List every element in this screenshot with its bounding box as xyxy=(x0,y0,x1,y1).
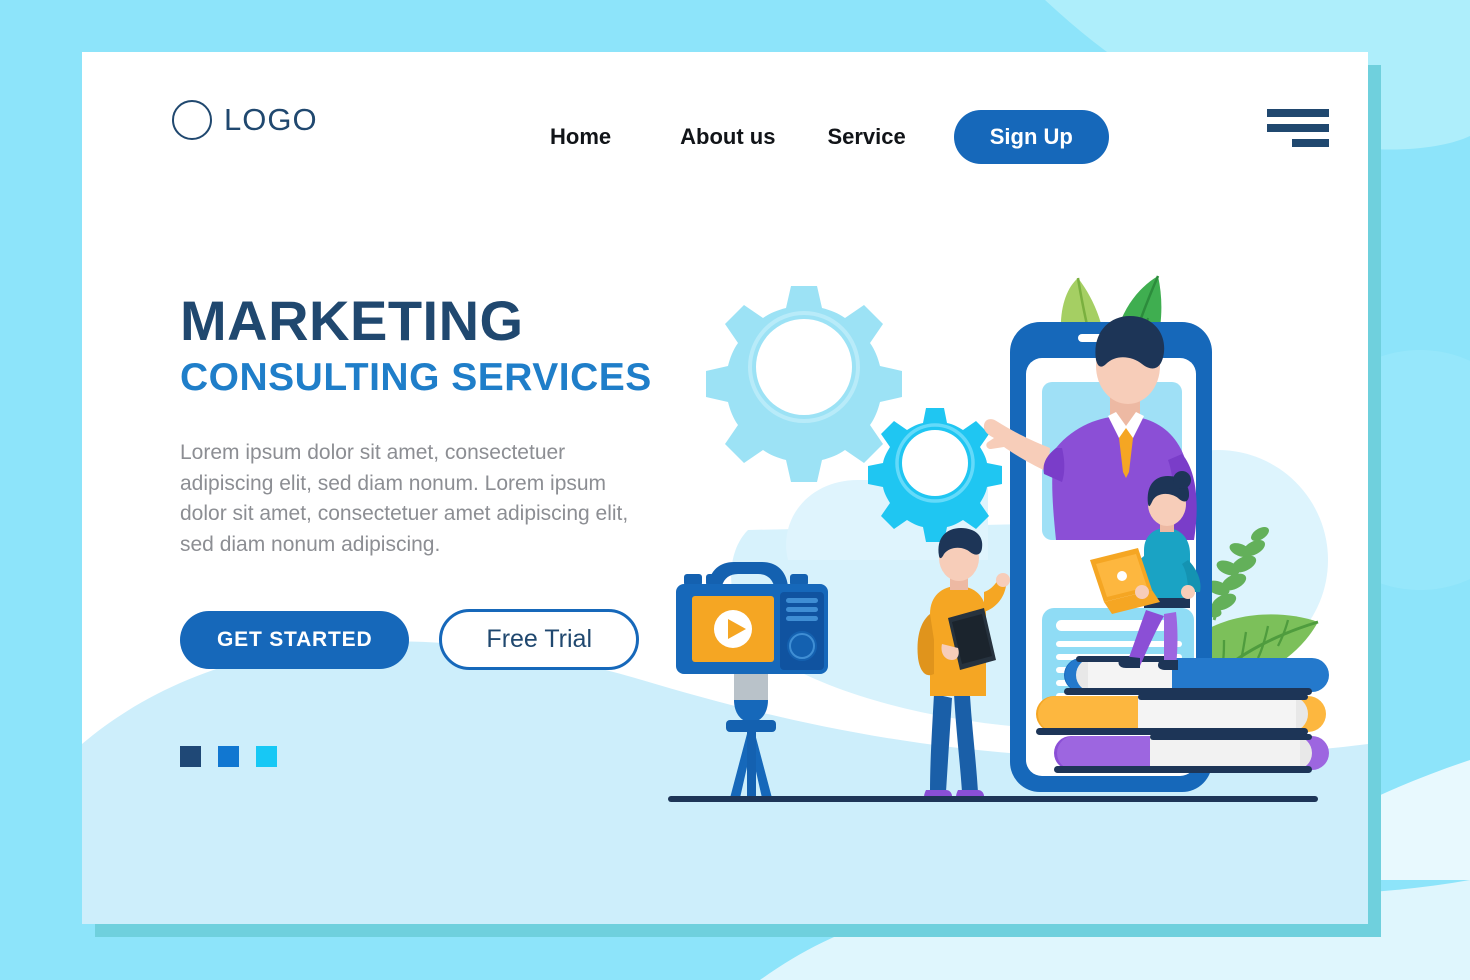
nav-link-about-us[interactable]: About us xyxy=(680,124,775,150)
menu-bar-2 xyxy=(1267,124,1329,132)
main-navigation: Home About us Service Sign Up xyxy=(550,110,1109,164)
slide-indicator-group xyxy=(180,746,700,768)
book-stack xyxy=(1036,656,1329,773)
gear-icon-large xyxy=(706,286,902,482)
brand-logo[interactable]: LOGO xyxy=(172,100,318,140)
free-trial-button[interactable]: Free Trial xyxy=(439,609,640,671)
page-subtitle: CONSULTING SERVICES xyxy=(180,355,652,399)
site-header: LOGO Home About us Service Sign Up xyxy=(82,52,1368,212)
menu-bar-3 xyxy=(1292,139,1329,147)
landing-page-card: LOGO Home About us Service Sign Up MARKE… xyxy=(82,52,1368,924)
marketing-consulting-illustration xyxy=(668,275,1329,802)
ground-line xyxy=(668,796,1318,802)
get-started-button[interactable]: GET STARTED xyxy=(180,610,410,669)
slide-dot-2[interactable] xyxy=(218,746,239,768)
hamburger-menu-icon[interactable] xyxy=(1267,109,1329,155)
nav-link-service[interactable]: Service xyxy=(827,124,905,150)
brand-label: LOGO xyxy=(224,102,318,137)
sign-up-button[interactable]: Sign Up xyxy=(953,110,1109,164)
logo-circle-icon xyxy=(172,100,212,140)
hero-content: MARKETING CONSULTING SERVICES Lorem ipsu… xyxy=(180,289,700,768)
slide-dot-3[interactable] xyxy=(256,746,277,768)
hero-description: Lorem ipsum dolor sit amet, consectetuer… xyxy=(180,440,629,557)
page-title: MARKETING xyxy=(180,289,524,352)
hero-cta-group: GET STARTED Free Trial xyxy=(180,609,700,671)
slide-dot-1[interactable] xyxy=(180,746,201,768)
nav-link-home[interactable]: Home xyxy=(550,124,611,150)
gear-icon-small xyxy=(868,408,1002,542)
menu-bar-1 xyxy=(1267,109,1329,117)
